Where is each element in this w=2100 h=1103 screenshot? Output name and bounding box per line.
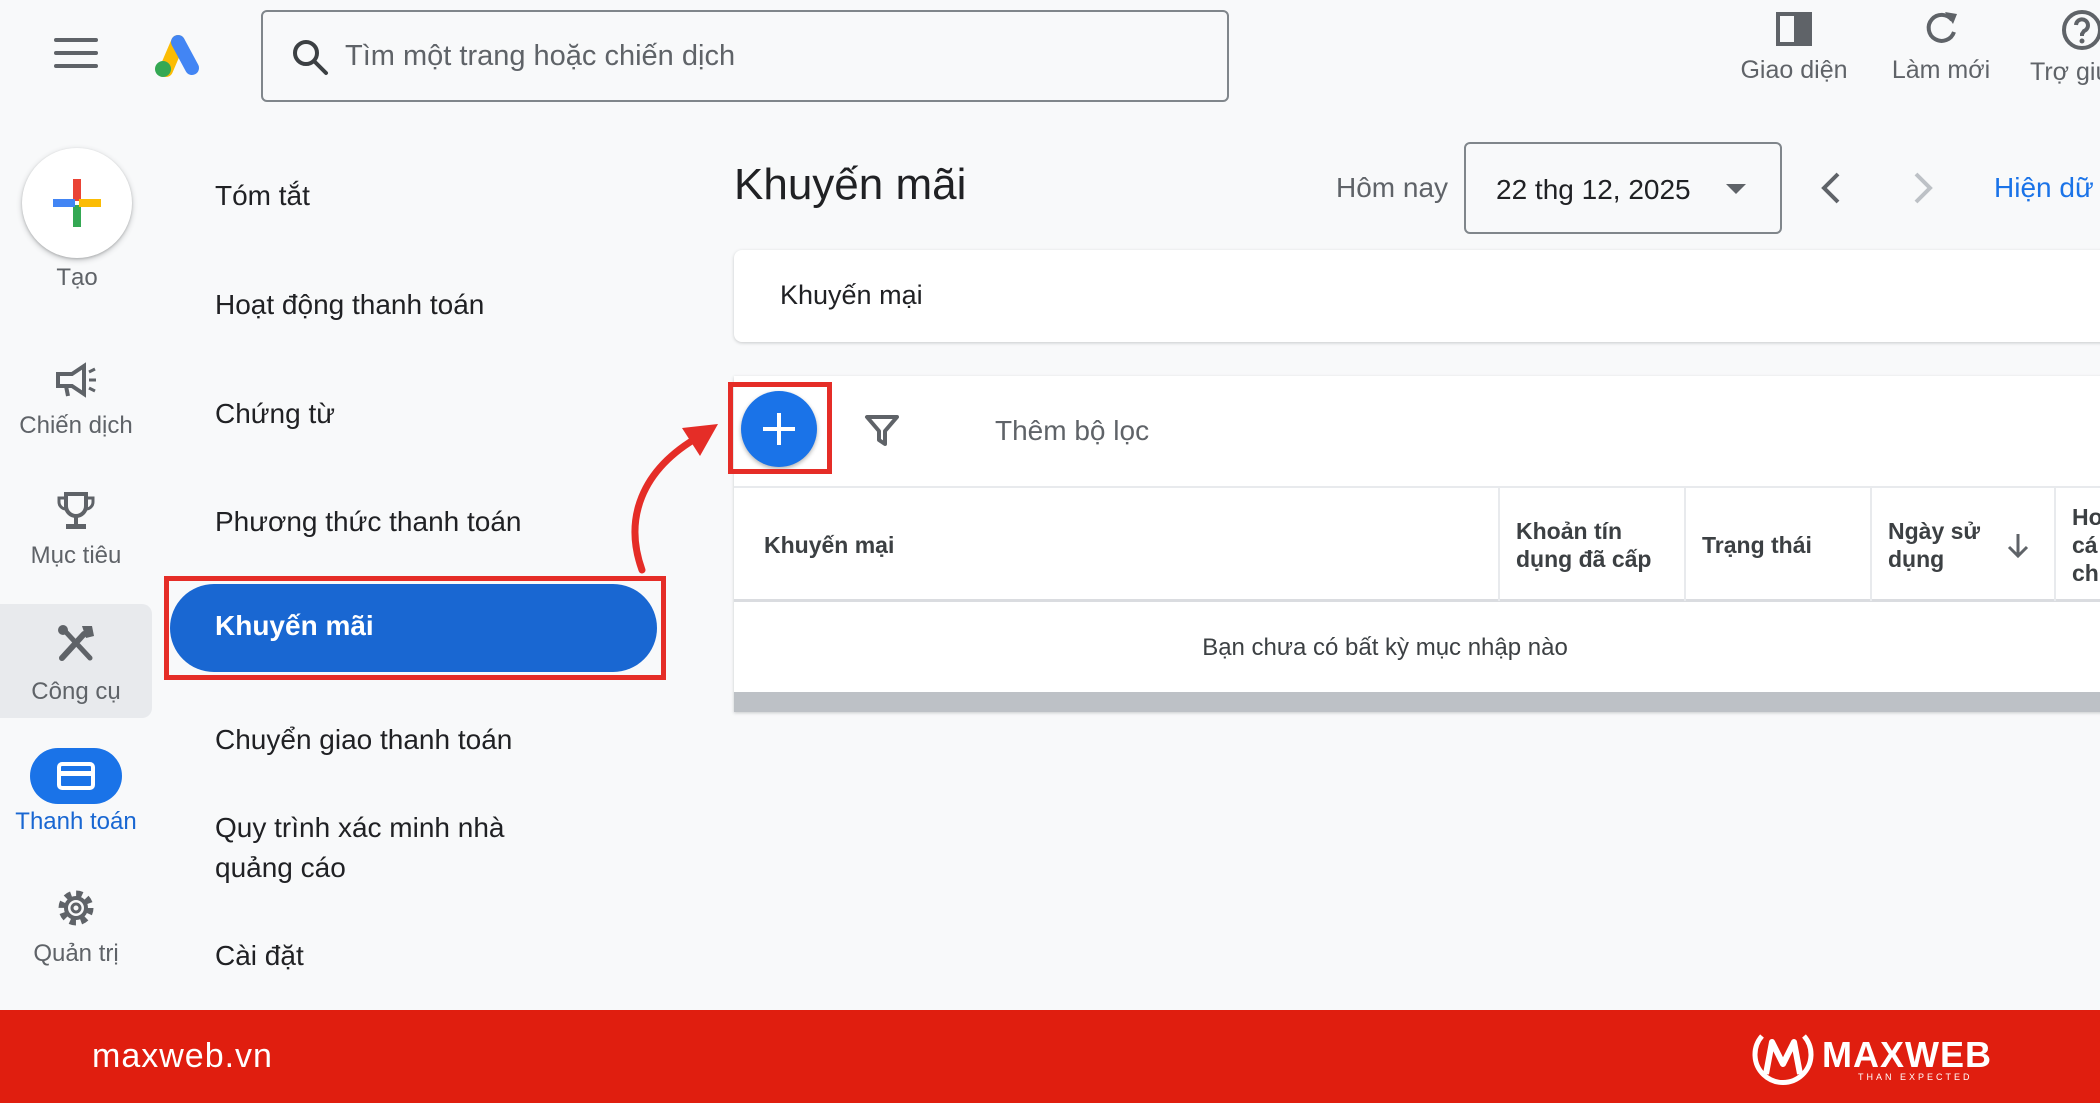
date-label: Hôm nay — [1336, 172, 1449, 203]
tools-icon — [58, 625, 94, 661]
add-button-highlight-box — [728, 382, 832, 474]
appearance-icon — [1776, 12, 1812, 46]
create-button[interactable] — [22, 148, 132, 258]
column-header-credit[interactable]: Khoản tín dụng đã cấp — [1516, 488, 1651, 601]
footer-banner: maxweb.vn MAXWEB THAN EXPECTED — [0, 1010, 2100, 1103]
sort-down-arrow-icon[interactable] — [2006, 532, 2030, 560]
gear-icon — [58, 890, 94, 926]
rail-label-billing: Thanh toán — [15, 808, 137, 835]
subnav-item-transactions[interactable]: Hoạt động thanh toán — [215, 285, 484, 325]
megaphone-icon — [56, 362, 96, 398]
empty-table-row: Bạn chưa có bất kỳ mục nhập nào — [734, 602, 2100, 692]
subnav-item-payment-methods[interactable]: Phương thức thanh toán — [215, 502, 522, 542]
column-separator — [1870, 488, 1872, 601]
column-header-credit-line2: dụng đã cấp — [1516, 545, 1652, 572]
help-button[interactable]: Trợ giú — [2030, 8, 2100, 87]
refresh-button[interactable]: Làm mới — [1886, 8, 1996, 85]
chevron-right-icon[interactable] — [1908, 168, 1938, 208]
column-header-usage-line1: Ngày sử — [1888, 517, 1981, 544]
promotions-tab-card: Khuyến mại — [734, 250, 2100, 342]
footer-brand-tagline: THAN EXPECTED — [1858, 1072, 1973, 1082]
column-separator — [1498, 488, 1500, 601]
tab-promotions[interactable]: Khuyến mại — [780, 280, 923, 311]
maxweb-logo-icon — [1752, 1034, 1814, 1086]
column-header-extra-line3: ch — [2072, 559, 2099, 586]
rail-item-goals[interactable]: Mục tiêu — [0, 490, 152, 570]
subnav-verification-line1: Quy trình xác minh nhà — [215, 812, 505, 843]
subnav-item-settings[interactable]: Cài đặt — [215, 936, 304, 976]
subnav-verification-line2: quảng cáo — [215, 852, 346, 883]
column-header-usage-line2: dụng — [1888, 545, 1945, 572]
date-picker[interactable]: 22 thg 12, 2025 — [1464, 142, 1782, 234]
promotions-highlight-box — [164, 576, 666, 680]
column-header-status[interactable]: Trạng thái — [1702, 488, 1812, 601]
chevron-left-icon[interactable] — [1816, 168, 1846, 208]
help-icon — [2062, 10, 2100, 50]
search-input[interactable] — [345, 12, 1205, 100]
plus-icon — [53, 179, 101, 227]
rail-label-tools: Công cụ — [31, 678, 121, 705]
date-value: 22 thg 12, 2025 — [1496, 174, 1691, 205]
column-header-credit-line1: Khoản tín — [1516, 517, 1623, 544]
rail-label-campaigns: Chiến dịch — [19, 412, 133, 439]
appearance-button[interactable]: Giao diện — [1736, 8, 1852, 85]
trophy-icon — [57, 492, 95, 529]
rail-item-admin[interactable]: Quản trị — [0, 886, 152, 968]
horizontal-scrollbar[interactable] — [734, 692, 2100, 712]
rail-item-billing[interactable] — [30, 748, 122, 804]
column-header-extra[interactable]: Hơ cá ch — [2072, 488, 2100, 601]
subnav-item-summary[interactable]: Tóm tắt — [215, 176, 310, 216]
search-box[interactable] — [261, 10, 1229, 102]
column-separator — [1684, 488, 1686, 601]
footer-url: maxweb.vn — [92, 1037, 273, 1075]
refresh-label: Làm mới — [1891, 56, 1991, 84]
footer-brand-name: MAXWEB — [1822, 1034, 1992, 1075]
caret-down-icon — [1726, 184, 1746, 194]
show-data-link[interactable]: Hiện dữ l — [1994, 172, 2100, 204]
filter-icon[interactable] — [864, 414, 900, 448]
column-header-promotion[interactable]: Khuyến mại — [764, 488, 894, 601]
subnav-item-verification[interactable]: Quy trình xác minh nhà quảng cáo — [215, 808, 504, 888]
column-header-usage-date[interactable]: Ngày sử dụng — [1888, 488, 1980, 601]
create-label: Tạo — [56, 264, 98, 291]
column-header-extra-line1: Hơ — [2072, 503, 2100, 530]
annotation-arrow-icon — [631, 424, 718, 574]
refresh-icon — [1926, 12, 1957, 43]
empty-message: Bạn chưa có bất kỳ mục nhập nào — [1202, 634, 1568, 661]
subnav-item-documents[interactable]: Chứng từ — [215, 394, 335, 434]
add-filter-button[interactable]: Thêm bộ lọc — [995, 415, 1149, 447]
subnav-item-transfer[interactable]: Chuyển giao thanh toán — [215, 720, 512, 760]
appearance-label: Giao diện — [1740, 56, 1848, 84]
search-icon — [293, 40, 328, 75]
column-header-extra-line2: cá — [2072, 531, 2098, 558]
rail-item-campaigns[interactable]: Chiến dịch — [0, 360, 152, 440]
column-separator — [2054, 488, 2056, 601]
rail-item-tools[interactable]: Công cụ — [0, 622, 152, 706]
rail-label-admin: Quản trị — [33, 940, 119, 967]
help-label: Trợ giú — [2030, 58, 2100, 86]
rail-label-goals: Mục tiêu — [30, 542, 122, 569]
credit-card-icon — [57, 762, 95, 790]
page-title: Khuyến mãi — [734, 160, 967, 209]
table-header: Khuyến mại Khoản tín dụng đã cấp Trạng t… — [734, 486, 2100, 602]
top-bar: Giao diện Làm mới Trợ giú — [0, 0, 2100, 112]
hamburger-menu-icon[interactable] — [54, 38, 98, 72]
google-ads-logo-icon[interactable] — [152, 32, 204, 78]
